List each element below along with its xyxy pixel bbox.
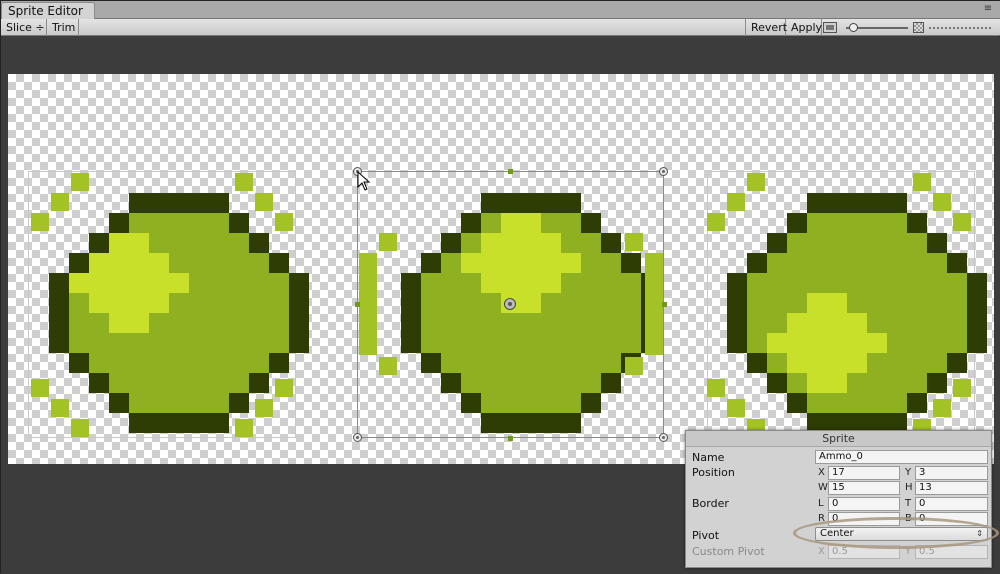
sprite-editor-window: Sprite Editor ≡ Slice ÷ Trim Revert Appl… <box>0 0 1000 574</box>
border-l-label: L <box>818 498 824 509</box>
border-label: Border <box>692 497 729 510</box>
sprite-body-pixel <box>767 253 947 273</box>
sprite-outline-pixel <box>807 193 907 213</box>
resize-handle-bottom[interactable] <box>508 436 513 441</box>
resize-handle-left[interactable] <box>355 302 360 307</box>
sprite-sparkle-pixel <box>747 173 765 191</box>
position-label: Position <box>692 466 735 479</box>
sprite-sparkle-pixel <box>727 399 745 417</box>
border-t-label: T <box>905 498 912 509</box>
pivot-label: Pivot <box>692 529 720 542</box>
position-x-field[interactable]: 17 <box>828 466 900 480</box>
sprite-inspector-panel: Sprite Name Ammo_0 Position X 17 Y 3 W 1… <box>685 430 999 568</box>
sprite-sparkle-pixel <box>933 399 951 417</box>
resize-handle-top[interactable] <box>508 169 513 174</box>
position-y-field[interactable]: 3 <box>915 466 988 480</box>
custom-pivot-label: Custom Pivot <box>692 545 765 558</box>
sprite-sparkle-pixel <box>953 379 971 397</box>
size-h-field[interactable]: 13 <box>915 481 988 495</box>
resize-handle-bottom-left[interactable] <box>353 433 362 442</box>
sprite-sparkle-pixel <box>933 193 951 211</box>
border-t-field[interactable]: 0 <box>915 497 988 511</box>
sprite-body-pixel <box>747 273 967 293</box>
pivot-highlight-annotation <box>793 517 999 549</box>
sprite-body-pixel <box>807 393 907 413</box>
size-h-label: H <box>905 482 913 493</box>
sprite-body-pixel <box>787 233 927 253</box>
position-x-label: X <box>818 467 825 478</box>
name-label: Name <box>692 451 725 464</box>
sprite-body-pixel <box>747 293 967 313</box>
sprite-sparkle-pixel <box>953 213 971 231</box>
panel-title: Sprite <box>686 431 991 447</box>
sprite-sparkle-pixel <box>707 379 725 397</box>
pivot-handle[interactable] <box>504 298 516 310</box>
size-w-label: W <box>818 482 828 493</box>
mouse-cursor-icon <box>357 171 371 191</box>
sprite-sparkle-pixel <box>913 173 931 191</box>
name-field[interactable]: Ammo_0 <box>815 450 988 464</box>
custom-pivot-x-label: X <box>818 546 825 557</box>
resize-handle-bottom-right[interactable] <box>659 433 668 442</box>
resize-handle-top-right[interactable] <box>659 167 668 176</box>
sprite-highlight-pixel <box>767 333 887 353</box>
border-l-field[interactable]: 0 <box>828 497 900 511</box>
sprite-body-pixel <box>807 213 907 233</box>
resize-handle-right[interactable] <box>662 302 667 307</box>
sprite-sparkle-pixel <box>707 213 725 231</box>
sprite-sparkle-pixel <box>727 193 745 211</box>
size-w-field[interactable]: 15 <box>828 481 900 495</box>
position-y-label: Y <box>905 467 912 478</box>
